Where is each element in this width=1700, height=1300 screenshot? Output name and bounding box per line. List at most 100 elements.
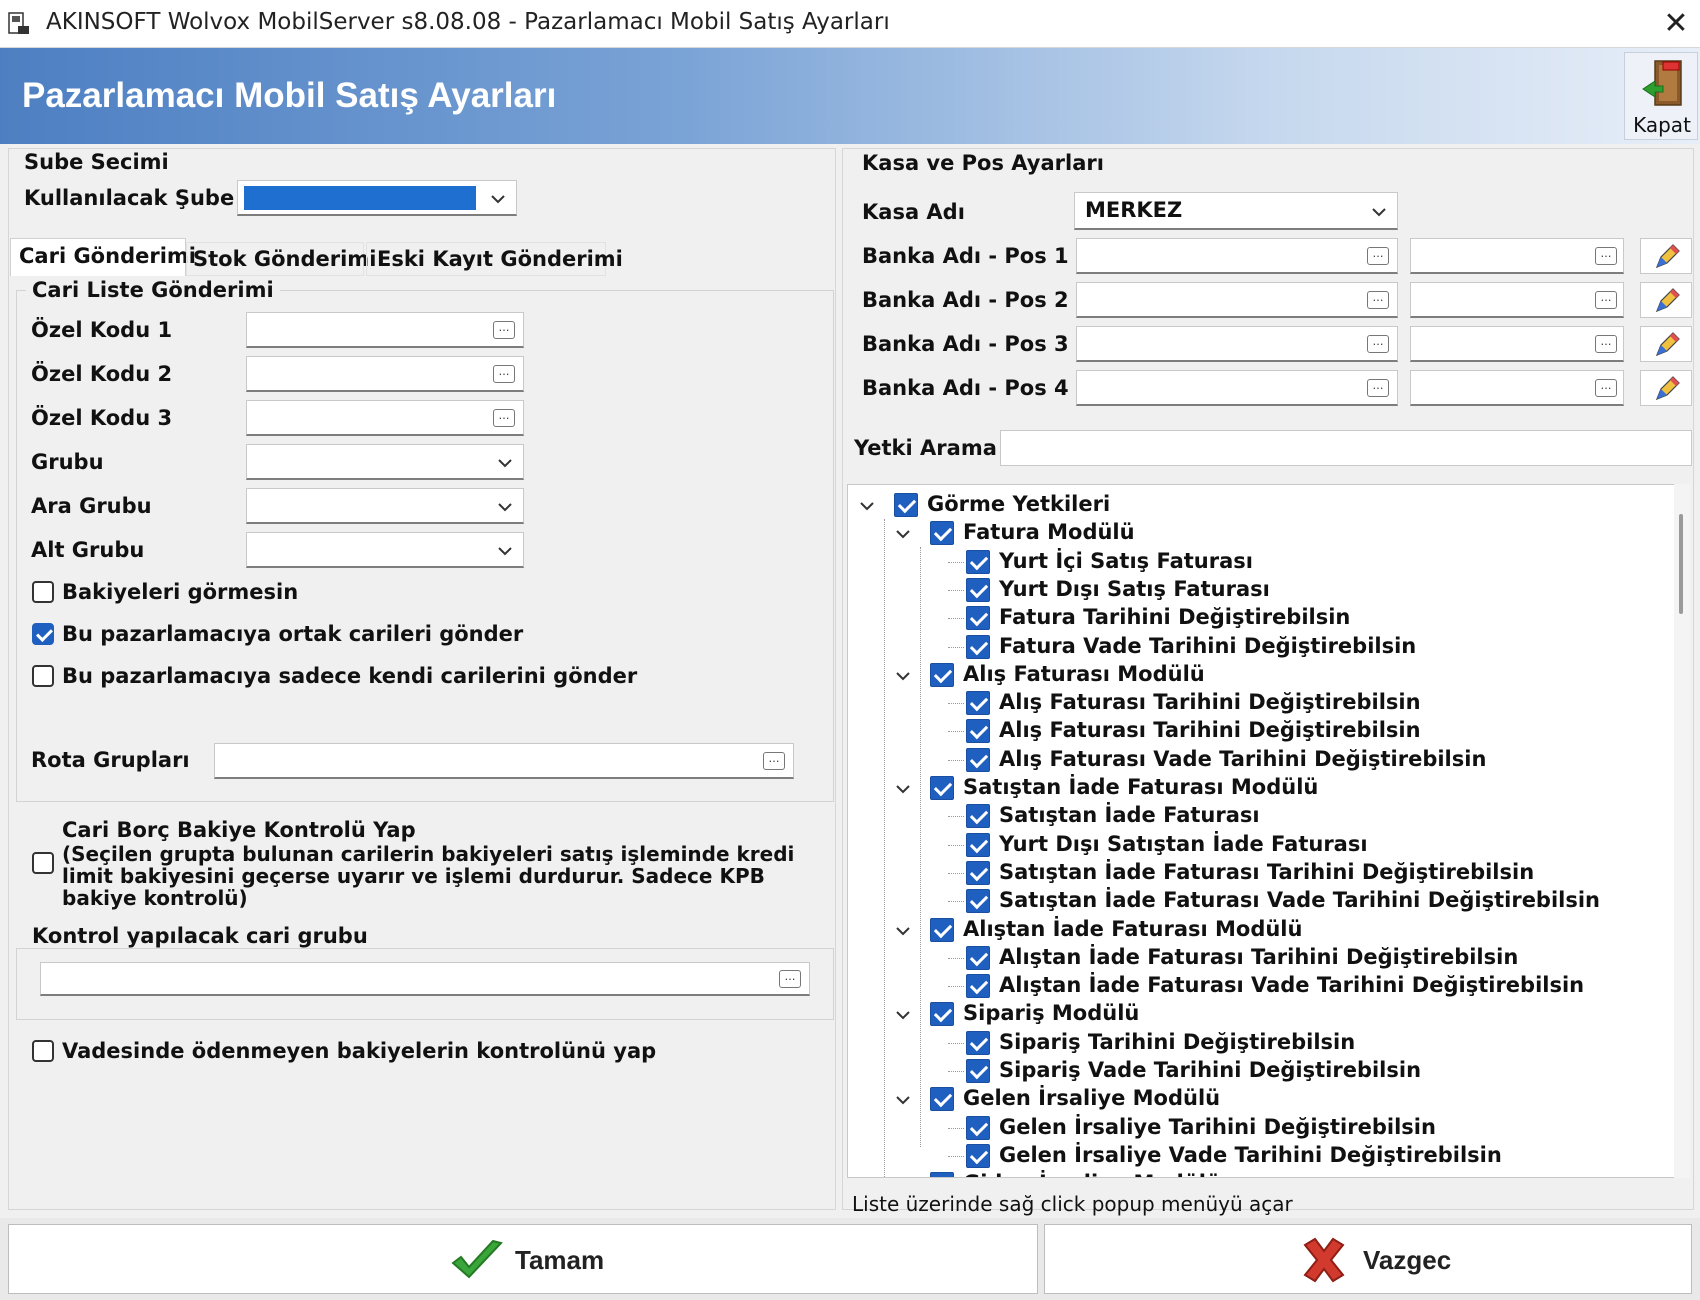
tree-checkbox[interactable]	[966, 1115, 990, 1140]
ellipsis-icon[interactable]: …	[1595, 291, 1617, 309]
kasa-adi-select[interactable]: MERKEZ	[1074, 192, 1398, 230]
ellipsis-icon[interactable]: …	[1367, 379, 1389, 397]
bakiyeleri-gormesin-checkbox[interactable]	[32, 581, 54, 603]
tree-checkbox[interactable]	[966, 549, 990, 574]
ellipsis-icon[interactable]: …	[493, 409, 515, 427]
tree-checkbox[interactable]	[930, 1002, 954, 1027]
tab-stok-gonderimi[interactable]: Stok Gönderimi	[186, 242, 376, 276]
tree-node[interactable]: Sipariş Vade Tarihini Değiştirebilsin	[848, 1057, 1668, 1085]
chevron-down-icon[interactable]	[894, 1006, 912, 1024]
chevron-down-icon[interactable]	[894, 922, 912, 940]
tree-checkbox[interactable]	[966, 832, 990, 857]
tree-node[interactable]: Satıştan İade Faturası Modülü	[848, 774, 1668, 802]
pos-2-bank-field[interactable]: …	[1076, 282, 1398, 318]
ellipsis-icon[interactable]: …	[779, 970, 801, 988]
tree-checkbox[interactable]	[966, 691, 990, 716]
ellipsis-icon[interactable]: …	[1595, 247, 1617, 265]
vazgec-button[interactable]: Vazgec	[1044, 1224, 1692, 1294]
rota-gruplari-field[interactable]: …	[214, 743, 794, 779]
pos-4-edit-button[interactable]	[1640, 370, 1692, 406]
ellipsis-icon[interactable]: …	[763, 752, 785, 770]
tree-checkbox[interactable]	[930, 662, 954, 687]
tree-checkbox[interactable]	[966, 1143, 990, 1168]
tamam-button[interactable]: Tamam	[8, 1224, 1038, 1294]
tree-node[interactable]: Satıştan İade Faturası	[848, 802, 1668, 830]
pos-1-pos-field[interactable]: …	[1410, 238, 1624, 274]
chevron-down-icon[interactable]	[894, 1176, 912, 1177]
tree-node[interactable]: Yurt Dışı Satıştan İade Faturası	[848, 831, 1668, 859]
tree-node[interactable]: Alıştan İade Faturası Modülü	[848, 916, 1668, 944]
tree-checkbox[interactable]	[930, 776, 954, 800]
tree-node[interactable]: Alıştan İade Faturası Vade Tarihini Deği…	[848, 972, 1668, 1000]
ozel-kodu-3-field[interactable]: …	[246, 400, 524, 436]
cari-borc-kontrol-checkbox[interactable]	[32, 852, 54, 874]
ellipsis-icon[interactable]: …	[493, 321, 515, 339]
tree-node[interactable]: Görme Yetkileri	[848, 491, 1668, 519]
yetki-arama-input[interactable]	[1000, 430, 1692, 466]
chevron-down-icon[interactable]	[894, 1091, 912, 1109]
tree-checkbox[interactable]	[966, 860, 990, 885]
tab-eski-kayit-gonderimi[interactable]: Eski Kayıt Gönderimi	[366, 242, 623, 276]
tree-node[interactable]: Giden İrsaliye Modülü	[848, 1170, 1668, 1177]
tree-checkbox[interactable]	[966, 634, 990, 659]
pos-3-edit-button[interactable]	[1640, 326, 1692, 362]
pos-3-pos-field[interactable]: …	[1410, 326, 1624, 362]
tree-node[interactable]: Alış Faturası Tarihini Değiştirebilsin	[848, 717, 1668, 745]
tree-checkbox[interactable]	[966, 974, 990, 999]
tree-checkbox[interactable]	[930, 1087, 954, 1112]
tree-node[interactable]: Gelen İrsaliye Vade Tarihini Değiştirebi…	[848, 1142, 1668, 1170]
pos-1-bank-field[interactable]: …	[1076, 238, 1398, 274]
tree-node[interactable]: Sipariş Modülü	[848, 1000, 1668, 1028]
ellipsis-icon[interactable]: …	[1595, 335, 1617, 353]
tree-node[interactable]: Fatura Tarihini Değiştirebilsin	[848, 604, 1668, 632]
ellipsis-icon[interactable]: …	[1367, 247, 1389, 265]
tree-checkbox[interactable]	[966, 1059, 990, 1083]
pos-3-bank-field[interactable]: …	[1076, 326, 1398, 362]
tree-checkbox[interactable]	[930, 917, 954, 942]
tree-node[interactable]: Alış Faturası Vade Tarihini Değiştirebil…	[848, 746, 1668, 774]
pos-2-edit-button[interactable]	[1640, 282, 1692, 318]
ozel-kodu-1-field[interactable]: …	[246, 312, 524, 348]
tree-checkbox[interactable]	[966, 945, 990, 970]
ellipsis-icon[interactable]: …	[1367, 335, 1389, 353]
tree-node[interactable]: Yurt Dışı Satış Faturası	[848, 576, 1668, 604]
tree-checkbox[interactable]	[966, 747, 990, 772]
kapat-button[interactable]: Kapat	[1624, 52, 1698, 140]
tree-node[interactable]: Fatura Vade Tarihini Değiştirebilsin	[848, 633, 1668, 661]
pos-1-edit-button[interactable]	[1640, 238, 1692, 274]
alt-grubu-select[interactable]	[246, 532, 524, 568]
chevron-down-icon[interactable]	[858, 497, 876, 515]
tree-node[interactable]: Alış Faturası Modülü	[848, 661, 1668, 689]
pos-4-bank-field[interactable]: …	[1076, 370, 1398, 406]
window-close-button[interactable]: ✕	[1656, 4, 1696, 44]
tree-checkbox[interactable]	[966, 719, 990, 744]
chevron-down-icon[interactable]	[894, 525, 912, 543]
tree-checkbox[interactable]	[930, 521, 954, 546]
tree-node[interactable]: Alış Faturası Tarihini Değiştirebilsin	[848, 689, 1668, 717]
branch-select[interactable]	[237, 180, 517, 216]
tree-node[interactable]: Fatura Modülü	[848, 519, 1668, 547]
tree-node[interactable]: Satıştan İade Faturası Tarihini Değiştir…	[848, 859, 1668, 887]
tree-node[interactable]: Alıştan İade Faturası Tarihini Değiştire…	[848, 944, 1668, 972]
ellipsis-icon[interactable]: …	[1595, 379, 1617, 397]
tree-checkbox[interactable]	[966, 1030, 990, 1055]
permission-tree[interactable]: Görme Yetkileri Fatura Modülü Yurt İçi Sat…	[847, 484, 1675, 1178]
tree-checkbox[interactable]	[966, 577, 990, 602]
tree-checkbox[interactable]	[966, 804, 990, 829]
tree-checkbox[interactable]	[930, 1172, 954, 1177]
tree-node[interactable]: Satıştan İade Faturası Vade Tarihini Değ…	[848, 887, 1668, 915]
ellipsis-icon[interactable]: …	[493, 365, 515, 383]
grubu-select[interactable]	[246, 444, 524, 480]
pos-2-pos-field[interactable]: …	[1410, 282, 1624, 318]
kendi-carilerini-gonder-checkbox[interactable]	[32, 665, 54, 687]
ellipsis-icon[interactable]: …	[1367, 291, 1389, 309]
tab-cari-gonderimi[interactable]: Cari Gönderimi	[10, 238, 196, 276]
tree-node[interactable]: Yurt İçi Satış Faturası	[848, 548, 1668, 576]
tree-checkbox[interactable]	[966, 889, 990, 914]
ortak-carileri-gonder-checkbox[interactable]	[32, 623, 54, 645]
tree-node[interactable]: Gelen İrsaliye Modülü	[848, 1085, 1668, 1113]
kontrol-cari-grubu-field[interactable]: …	[40, 962, 810, 996]
ozel-kodu-2-field[interactable]: …	[246, 356, 524, 392]
tree-node[interactable]: Sipariş Tarihini Değiştirebilsin	[848, 1029, 1668, 1057]
tree-scrollbar[interactable]	[1674, 484, 1690, 1178]
